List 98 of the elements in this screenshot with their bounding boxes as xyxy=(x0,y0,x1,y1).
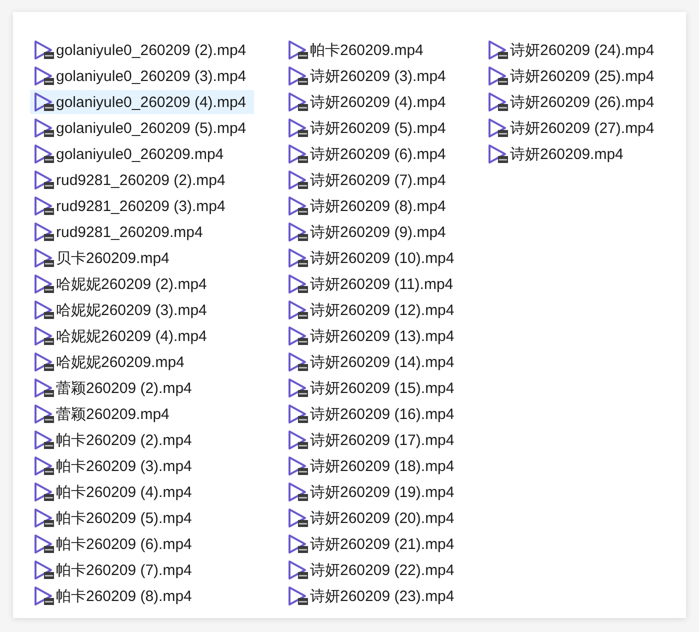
file-item[interactable]: 诗妍260209 (17).mp4 xyxy=(284,428,462,452)
file-item[interactable]: 帕卡260209 (5).mp4 xyxy=(30,506,200,530)
file-item[interactable]: 诗妍260209 (9).mp4 xyxy=(284,220,454,244)
file-item[interactable]: 诗妍260209 (3).mp4 xyxy=(284,64,454,88)
file-item[interactable]: 诗妍260209 (14).mp4 xyxy=(284,350,462,374)
video-file-icon xyxy=(287,274,309,294)
file-item[interactable]: 诗妍260209 (4).mp4 xyxy=(284,90,454,114)
file-item[interactable]: 诗妍260209 (6).mp4 xyxy=(284,142,454,166)
video-file-icon xyxy=(287,430,309,450)
video-file-icon xyxy=(33,508,55,528)
video-file-icon xyxy=(33,456,55,476)
video-file-icon xyxy=(487,144,509,164)
file-item[interactable]: 诗妍260209 (26).mp4 xyxy=(484,90,662,114)
video-file-icon xyxy=(33,430,55,450)
file-item[interactable]: 诗妍260209 (22).mp4 xyxy=(284,558,462,582)
file-item[interactable]: 哈妮妮260209 (3).mp4 xyxy=(30,298,215,322)
video-file-icon xyxy=(287,326,309,346)
file-item[interactable]: 诗妍260209 (11).mp4 xyxy=(284,272,462,296)
video-file-icon xyxy=(33,586,55,606)
file-item[interactable]: 诗妍260209 (7).mp4 xyxy=(284,168,454,192)
file-item[interactable]: 诗妍260209 (24).mp4 xyxy=(484,38,662,62)
file-item[interactable]: 诗妍260209 (23).mp4 xyxy=(284,584,462,608)
video-file-icon xyxy=(287,92,309,112)
file-item[interactable]: golaniyule0_260209 (5).mp4 xyxy=(30,116,254,140)
video-file-icon xyxy=(287,170,309,190)
video-file-icon xyxy=(33,196,55,216)
video-file-icon xyxy=(287,222,309,242)
file-item[interactable]: 哈妮妮260209.mp4 xyxy=(30,350,192,374)
file-item[interactable]: rud9281_260209 (3).mp4 xyxy=(30,194,234,218)
video-file-icon xyxy=(287,456,309,476)
video-file-icon xyxy=(487,92,509,112)
video-file-icon xyxy=(287,534,309,554)
video-file-icon xyxy=(33,352,55,372)
file-item[interactable]: golaniyule0_260209 (2).mp4 xyxy=(30,38,254,62)
file-item[interactable]: 诗妍260209 (25).mp4 xyxy=(484,64,662,88)
file-item[interactable]: 诗妍260209 (5).mp4 xyxy=(284,116,454,140)
file-item[interactable]: 诗妍260209 (27).mp4 xyxy=(484,116,662,140)
file-item[interactable]: 诗妍260209.mp4 xyxy=(484,142,632,166)
video-file-icon xyxy=(287,508,309,528)
file-item[interactable]: 诗妍260209 (19).mp4 xyxy=(284,480,462,504)
file-item[interactable]: 贝卡260209.mp4 xyxy=(30,246,178,270)
video-file-icon xyxy=(33,534,55,554)
file-item[interactable]: 帕卡260209 (6).mp4 xyxy=(30,532,200,556)
file-item[interactable]: 诗妍260209 (21).mp4 xyxy=(284,532,462,556)
video-file-icon xyxy=(33,248,55,268)
video-file-icon xyxy=(287,66,309,86)
video-file-icon xyxy=(33,404,55,424)
video-file-icon xyxy=(287,586,309,606)
video-file-icon xyxy=(287,404,309,424)
video-file-icon xyxy=(33,144,55,164)
file-item[interactable]: 诗妍260209 (13).mp4 xyxy=(284,324,462,348)
video-file-icon xyxy=(287,144,309,164)
file-item[interactable]: 蕾颖260209.mp4 xyxy=(30,402,178,426)
video-file-icon xyxy=(287,378,309,398)
file-item[interactable]: 诗妍260209 (12).mp4 xyxy=(284,298,462,322)
file-item[interactable]: rud9281_260209 (2).mp4 xyxy=(30,168,234,192)
video-file-icon xyxy=(487,40,509,60)
file-item[interactable]: 帕卡260209.mp4 xyxy=(284,38,432,62)
video-file-icon xyxy=(287,560,309,580)
video-file-icon xyxy=(33,378,55,398)
video-file-icon xyxy=(287,196,309,216)
file-item[interactable]: 诗妍260209 (8).mp4 xyxy=(284,194,454,218)
file-item[interactable]: golaniyule0_260209 (3).mp4 xyxy=(30,64,254,88)
file-item[interactable]: rud9281_260209.mp4 xyxy=(30,220,211,244)
video-file-icon xyxy=(287,118,309,138)
video-file-icon xyxy=(33,300,55,320)
video-file-icon xyxy=(33,118,55,138)
video-file-icon xyxy=(33,274,55,294)
file-item[interactable]: golaniyule0_260209.mp4 xyxy=(30,142,232,166)
video-file-icon xyxy=(487,118,509,138)
file-item[interactable]: 诗妍260209 (18).mp4 xyxy=(284,454,462,478)
file-item[interactable]: 帕卡260209 (4).mp4 xyxy=(30,480,200,504)
video-file-icon xyxy=(33,560,55,580)
video-file-icon xyxy=(287,40,309,60)
video-file-icon xyxy=(287,482,309,502)
video-file-icon xyxy=(33,482,55,502)
video-file-icon xyxy=(287,352,309,372)
video-file-icon xyxy=(33,40,55,60)
video-file-icon xyxy=(33,170,55,190)
file-item[interactable]: 哈妮妮260209 (4).mp4 xyxy=(30,324,215,348)
file-item[interactable]: 哈妮妮260209 (2).mp4 xyxy=(30,272,215,296)
file-item[interactable]: 帕卡260209 (8).mp4 xyxy=(30,584,200,608)
file-item[interactable]: 帕卡260209 (7).mp4 xyxy=(30,558,200,582)
file-item[interactable]: 蕾颖260209 (2).mp4 xyxy=(30,376,200,400)
video-file-icon xyxy=(287,248,309,268)
video-file-icon xyxy=(33,92,55,112)
file-item[interactable]: 诗妍260209 (20).mp4 xyxy=(284,506,462,530)
video-file-icon xyxy=(33,66,55,86)
file-item[interactable]: 诗妍260209 (16).mp4 xyxy=(284,402,462,426)
file-item[interactable]: 诗妍260209 (15).mp4 xyxy=(284,376,462,400)
video-file-icon xyxy=(487,66,509,86)
video-file-icon xyxy=(33,326,55,346)
file-item[interactable]: golaniyule0_260209 (4).mp4 xyxy=(30,90,254,114)
file-item[interactable]: 帕卡260209 (2).mp4 xyxy=(30,428,200,452)
video-file-icon xyxy=(33,222,55,242)
video-file-icon xyxy=(287,300,309,320)
file-item[interactable]: 诗妍260209 (10).mp4 xyxy=(284,246,462,270)
file-item[interactable]: 帕卡260209 (3).mp4 xyxy=(30,454,200,478)
